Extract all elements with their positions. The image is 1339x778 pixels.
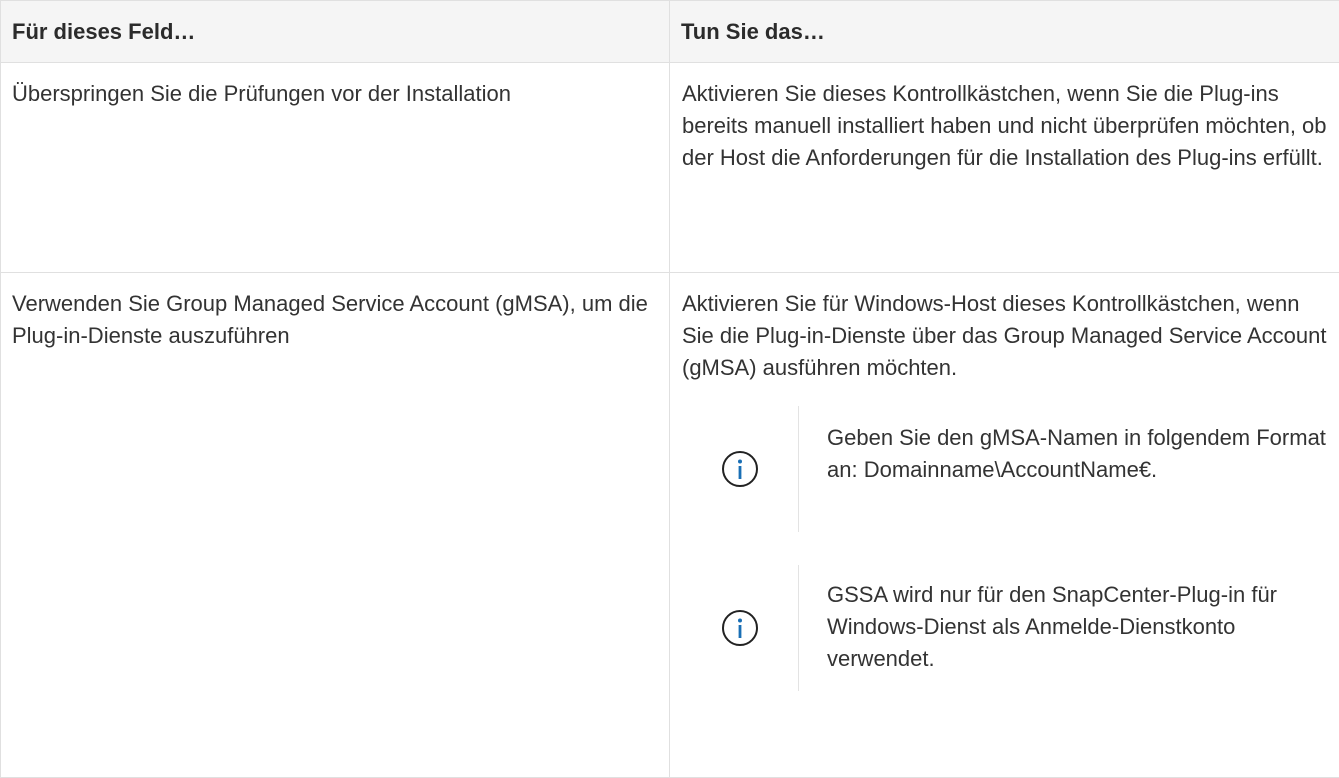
- column-header-field: Für dieses Feld…: [1, 1, 670, 63]
- info-note: Geben Sie den gMSA-Namen in folgendem Fo…: [682, 406, 1329, 532]
- note-text: GSSA wird nur für den SnapCenter-Plug-in…: [799, 565, 1329, 691]
- note-icon-container: [682, 565, 798, 691]
- note-icon-container: [682, 406, 798, 532]
- action-text: Aktivieren Sie dieses Kontrollkästchen, …: [682, 78, 1329, 174]
- info-icon: [720, 449, 760, 489]
- action-text: Aktivieren Sie für Windows-Host dieses K…: [682, 288, 1329, 384]
- field-action-table: Für dieses Feld… Tun Sie das… Überspring…: [0, 0, 1339, 778]
- field-text: Überspringen Sie die Prüfungen vor der I…: [12, 78, 659, 110]
- action-cell: Aktivieren Sie für Windows-Host dieses K…: [670, 273, 1339, 778]
- table-header-row: Für dieses Feld… Tun Sie das…: [1, 1, 1339, 63]
- info-note: GSSA wird nur für den SnapCenter-Plug-in…: [682, 565, 1329, 691]
- field-cell: Verwenden Sie Group Managed Service Acco…: [1, 273, 670, 778]
- table-row: Verwenden Sie Group Managed Service Acco…: [1, 273, 1339, 778]
- field-text: Verwenden Sie Group Managed Service Acco…: [12, 288, 659, 352]
- table-row: Überspringen Sie die Prüfungen vor der I…: [1, 63, 1339, 273]
- column-header-action: Tun Sie das…: [670, 1, 1339, 63]
- action-cell: Aktivieren Sie dieses Kontrollkästchen, …: [670, 63, 1339, 273]
- note-text: Geben Sie den gMSA-Namen in folgendem Fo…: [799, 406, 1329, 532]
- field-cell: Überspringen Sie die Prüfungen vor der I…: [1, 63, 670, 273]
- info-icon: [720, 608, 760, 648]
